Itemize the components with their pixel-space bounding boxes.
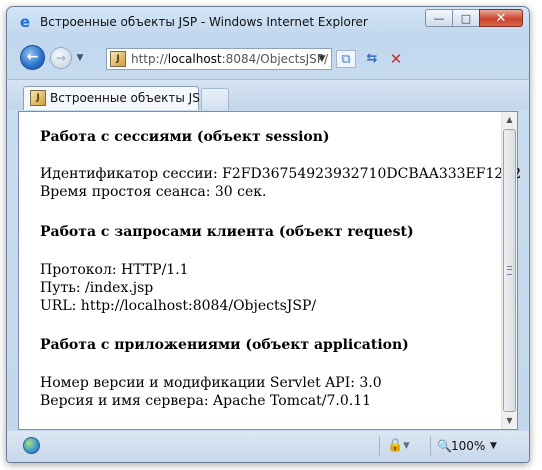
address-url[interactable]: http://localhost:8084/ObjectsJSP/ bbox=[131, 52, 328, 67]
scroll-up-button[interactable]: ▲ bbox=[502, 112, 517, 128]
tab-current-page[interactable]: J Встроенные объекты JSP bbox=[23, 86, 207, 110]
forward-button[interactable]: → bbox=[50, 47, 72, 69]
ie-logo-icon: e bbox=[19, 13, 31, 31]
browser-window: e Встроенные объекты JSP - Windows Inter… bbox=[6, 6, 530, 463]
session-heading: Работа с сессиями (объект session) bbox=[40, 129, 330, 145]
address-dropdown-button[interactable]: ▼ bbox=[315, 51, 329, 67]
stop-icon[interactable]: ✕ bbox=[386, 50, 406, 68]
session-idle-line: Время простоя сеанса: 30 сек. bbox=[40, 184, 267, 200]
url-scheme: http:// bbox=[131, 52, 168, 66]
back-button[interactable]: ← bbox=[20, 45, 45, 70]
protocol-line: Протокол: HTTP/1.1 bbox=[40, 262, 189, 278]
title-bar[interactable]: e Встроенные объекты JSP - Windows Inter… bbox=[7, 7, 529, 35]
server-info-line: Версия и имя сервера: Apache Tomcat/7.0.… bbox=[40, 393, 372, 409]
minimize-button[interactable]: — bbox=[425, 9, 452, 27]
url-host: localhost bbox=[167, 52, 222, 66]
page-viewport: Работа с сессиями (объект session) Идент… bbox=[18, 111, 521, 430]
zoom-dropdown-button[interactable]: ▼ bbox=[490, 438, 502, 454]
new-tab-button[interactable] bbox=[201, 88, 229, 110]
status-separator bbox=[379, 436, 380, 456]
scroll-down-button[interactable]: ▼ bbox=[502, 413, 517, 429]
servlet-api-line: Номер версии и модификации Servlet API: … bbox=[40, 375, 382, 391]
scrollbar-grip bbox=[507, 266, 512, 275]
vertical-scrollbar[interactable]: ▲ ▼ bbox=[501, 112, 517, 429]
scrollbar-thumb[interactable] bbox=[503, 129, 516, 412]
internet-zone-icon bbox=[23, 437, 40, 454]
navigation-bar: ← → ▼ J http://localhost:8084/ObjectsJSP… bbox=[7, 41, 529, 75]
status-separator bbox=[430, 436, 431, 456]
maximize-button[interactable]: □ bbox=[452, 9, 479, 27]
page-content: Работа с сессиями (объект session) Идент… bbox=[19, 112, 521, 429]
path-line: Путь: /index.jsp bbox=[40, 280, 154, 296]
session-id-line: Идентификатор сессии: F2FD36754923932710… bbox=[40, 166, 522, 182]
tab-bar: J Встроенные объекты JSP bbox=[7, 79, 529, 110]
tab-favicon-icon: J bbox=[30, 90, 46, 106]
url-line: URL: http://localhost:8084/ObjectsJSP/ bbox=[40, 298, 317, 314]
page-favicon-icon: J bbox=[110, 51, 126, 67]
zoom-icon[interactable]: 🔍 bbox=[437, 437, 452, 455]
window-title: Встроенные объекты JSP - Windows Interne… bbox=[40, 15, 368, 29]
status-bar: 🔒▾ 🔍 100% ▼ bbox=[7, 431, 529, 462]
url-path: :8084/ObjectsJSP/ bbox=[221, 52, 329, 66]
close-button[interactable]: ✕ bbox=[479, 9, 523, 27]
security-status-icon[interactable]: 🔒▾ bbox=[387, 437, 411, 455]
caption-buttons: — □ ✕ bbox=[425, 9, 523, 28]
zoom-level[interactable]: 100% bbox=[451, 438, 485, 454]
compatibility-view-icon[interactable]: ⧉ bbox=[336, 50, 356, 68]
recent-pages-dropdown[interactable]: ▼ bbox=[74, 51, 86, 65]
tab-label: Встроенные объекты JSP bbox=[50, 91, 208, 105]
application-heading: Работа с приложениями (объект applicatio… bbox=[40, 337, 409, 353]
request-heading: Работа с запросами клиента (объект reque… bbox=[40, 224, 414, 240]
address-bar[interactable]: J http://localhost:8084/ObjectsJSP/ ▼ bbox=[106, 48, 332, 70]
refresh-icon[interactable]: ⇆ bbox=[362, 50, 382, 68]
